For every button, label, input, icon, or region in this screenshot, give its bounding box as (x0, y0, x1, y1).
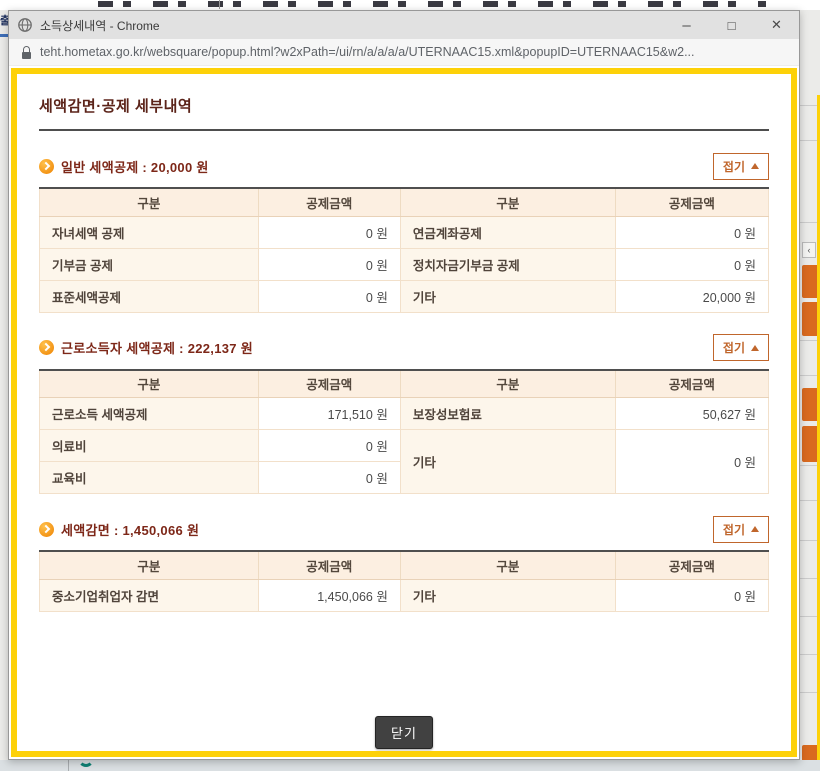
bullet-arrow-icon (39, 340, 54, 355)
triangle-up-icon (751, 526, 759, 532)
row-value: 0 원 (258, 216, 400, 248)
collapse-label: 접기 (723, 521, 745, 538)
section-title: 세액감면 : 1,450,066 원 (61, 520, 199, 539)
table-row: 표준세액공제 0 원 기타 20,000 원 (40, 280, 769, 312)
divider (39, 129, 769, 131)
background-page-top-fragment (0, 0, 820, 10)
page-title: 세액감면·공제 세부내역 (39, 95, 769, 116)
row-value: 50,627 원 (615, 398, 768, 430)
column-header: 공제금액 (258, 188, 400, 216)
column-header: 구분 (400, 370, 615, 398)
cutoff-text-fragment (98, 1, 766, 7)
table-header-row: 구분 공제금액 구분 공제금액 (40, 551, 769, 579)
close-button[interactable]: 닫기 (375, 716, 433, 749)
window-title: 소득상세내역 - Chrome (40, 17, 664, 34)
screen: 출 ‹ 소득상세내역 - Chr (0, 0, 820, 771)
tax-reduction-table: 구분 공제금액 구분 공제금액 중소기업취업자 감면 1,450,066 원 기… (39, 550, 769, 612)
popup-window: 소득상세내역 - Chrome – □ ✕ teht.hometax.go.kr… (8, 10, 800, 760)
window-titlebar[interactable]: 소득상세내역 - Chrome – □ ✕ (9, 11, 799, 39)
section-title: 일반 세액공제 : 20,000 원 (61, 157, 209, 176)
row-value: 0 원 (258, 430, 400, 462)
row-label: 정치자금기부금 공제 (400, 248, 615, 280)
background-page-left-fragment: 출 (0, 10, 8, 760)
collapse-label: 접기 (723, 339, 745, 356)
row-value: 20,000 원 (615, 280, 768, 312)
row-value: 0 원 (615, 430, 768, 494)
table-row: 중소기업취업자 감면 1,450,066 원 기타 0 원 (40, 579, 769, 611)
section-earned-income-tax-credit: 근로소득자 세액공제 : 222,137 원 접기 (39, 335, 769, 361)
table-row: 자녀세액 공제 0 원 연금계좌공제 0 원 (40, 216, 769, 248)
collapse-button[interactable]: 접기 (713, 516, 769, 543)
table-row: 의료비 0 원 기타 0 원 (40, 430, 769, 462)
bullet-arrow-icon (39, 159, 54, 174)
collapse-label: 접기 (723, 158, 745, 175)
row-value: 0 원 (258, 248, 400, 280)
collapse-button[interactable]: 접기 (713, 153, 769, 180)
row-value: 0 원 (258, 462, 400, 494)
column-header: 구분 (400, 188, 615, 216)
maximize-button[interactable]: □ (709, 11, 754, 39)
row-label: 교육비 (40, 462, 259, 494)
column-header: 구분 (40, 188, 259, 216)
divider (0, 34, 8, 37)
column-header: 공제금액 (258, 551, 400, 579)
row-label: 표준세액공제 (40, 280, 259, 312)
table-row: 근로소득 세액공제 171,510 원 보장성보험료 50,627 원 (40, 398, 769, 430)
row-label: 기타 (400, 579, 615, 611)
divider (219, 0, 220, 9)
globe-icon (17, 17, 33, 33)
address-bar[interactable]: teht.hometax.go.kr/websquare/popup.html?… (9, 39, 799, 66)
close-window-button[interactable]: ✕ (754, 11, 799, 39)
triangle-up-icon (751, 163, 759, 169)
general-tax-credit-table: 구분 공제금액 구분 공제금액 자녀세액 공제 0 원 연금계좌공제 0 원 (39, 187, 769, 313)
column-header: 공제금액 (258, 370, 400, 398)
column-header: 구분 (40, 370, 259, 398)
row-label: 기타 (400, 430, 615, 494)
divider (68, 760, 69, 771)
collapse-button[interactable]: 접기 (713, 334, 769, 361)
column-header: 구분 (400, 551, 615, 579)
row-label: 기타 (400, 280, 615, 312)
row-label: 보장성보험료 (400, 398, 615, 430)
url-text: teht.hometax.go.kr/websquare/popup.html?… (40, 45, 695, 59)
lock-icon (21, 46, 32, 59)
row-label: 자녀세액 공제 (40, 216, 259, 248)
table-header-row: 구분 공제금액 구분 공제금액 (40, 188, 769, 216)
row-label: 연금계좌공제 (400, 216, 615, 248)
row-value: 0 원 (615, 216, 768, 248)
row-value: 1,450,066 원 (258, 579, 400, 611)
earned-income-tax-credit-table: 구분 공제금액 구분 공제금액 근로소득 세액공제 171,510 원 보장성보… (39, 369, 769, 495)
table-header-row: 구분 공제금액 구분 공제금액 (40, 370, 769, 398)
column-header: 공제금액 (615, 188, 768, 216)
column-header: 공제금액 (615, 370, 768, 398)
row-label: 근로소득 세액공제 (40, 398, 259, 430)
row-value: 0 원 (258, 280, 400, 312)
section-general-tax-credit: 일반 세액공제 : 20,000 원 접기 (39, 153, 769, 179)
background-page-right-fragment: ‹ (800, 10, 820, 771)
section-tax-reduction: 세액감면 : 1,450,066 원 접기 (39, 516, 769, 542)
row-value: 0 원 (615, 579, 768, 611)
row-value: 171,510 원 (258, 398, 400, 430)
popup-page: 세액감면·공제 세부내역 일반 세액공제 : 20,000 원 접기 구분 공제 (11, 68, 797, 757)
row-label: 의료비 (40, 430, 259, 462)
row-label: 중소기업취업자 감면 (40, 579, 259, 611)
row-value: 0 원 (615, 248, 768, 280)
section-title: 근로소득자 세액공제 : 222,137 원 (61, 338, 253, 357)
bullet-arrow-icon (39, 522, 54, 537)
column-header: 공제금액 (615, 551, 768, 579)
cutoff-button-fragment: ‹ (802, 242, 816, 258)
minimize-button[interactable]: – (664, 11, 709, 39)
row-label: 기부금 공제 (40, 248, 259, 280)
triangle-up-icon (751, 345, 759, 351)
cutoff-text-fragment: 출 (0, 12, 8, 28)
table-row: 기부금 공제 0 원 정치자금기부금 공제 0 원 (40, 248, 769, 280)
background-page-bottom-fragment (0, 760, 820, 771)
column-header: 구분 (40, 551, 259, 579)
